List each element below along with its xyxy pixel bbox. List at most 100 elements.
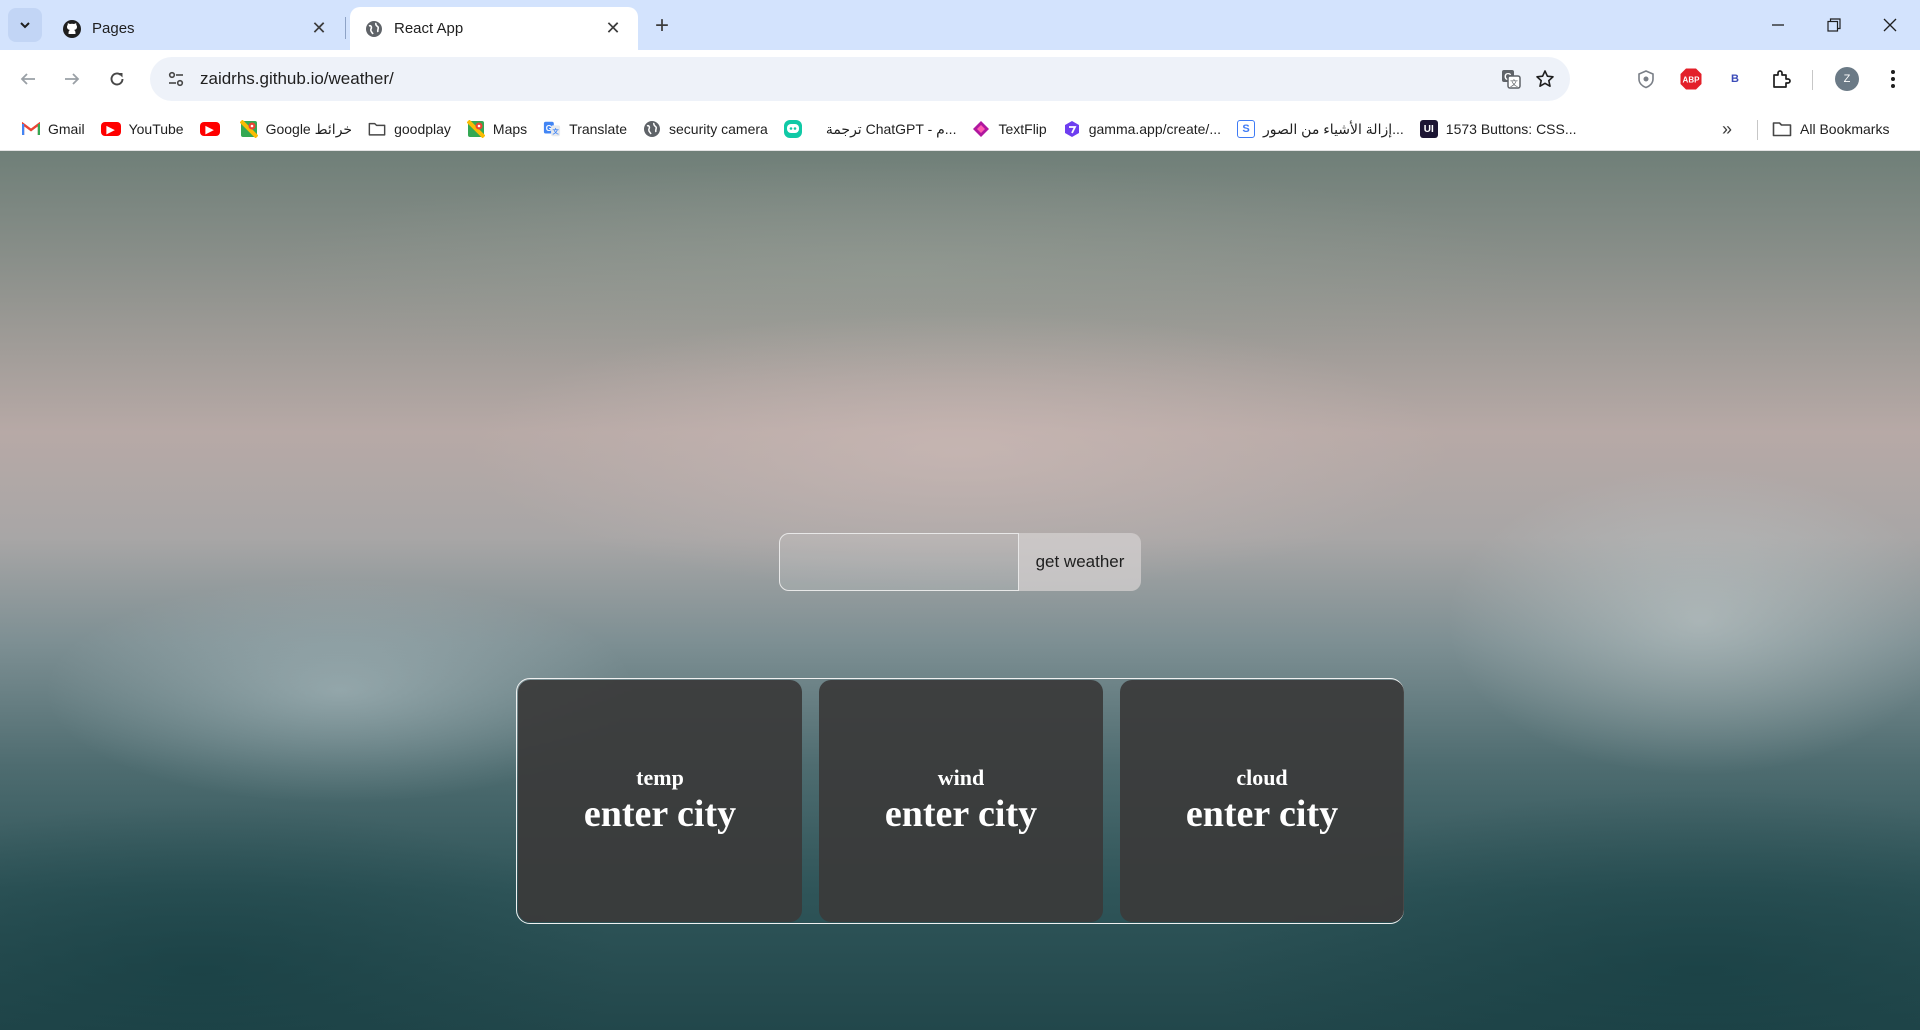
uiverse-icon: UI xyxy=(1419,120,1438,138)
svg-text:ABP: ABP xyxy=(1683,76,1701,85)
folder-icon xyxy=(368,120,386,138)
globe-icon xyxy=(643,120,661,138)
s-icon: S xyxy=(1237,120,1255,138)
globe-icon xyxy=(364,19,384,39)
all-bookmarks-button[interactable]: All Bookmarks xyxy=(1772,114,1889,144)
svg-text:文: 文 xyxy=(1510,78,1518,88)
get-weather-button[interactable]: get weather xyxy=(1019,533,1141,591)
bookmark-gmail[interactable]: Gmail xyxy=(14,114,93,144)
gamma-icon xyxy=(1063,120,1081,138)
bookmark-goodplay[interactable]: goodplay xyxy=(360,114,459,144)
forward-button[interactable] xyxy=(56,63,88,95)
b-extension-icon[interactable]: B xyxy=(1718,62,1752,96)
browser-toolbar: zaidrhs.github.io/weather/ G文 ABP B Z xyxy=(0,50,1920,108)
card-value: enter city xyxy=(583,792,737,835)
svg-text:文: 文 xyxy=(553,127,560,136)
bookmark-uiverse-buttons[interactable]: UI 1573 Buttons: CSS... xyxy=(1412,114,1585,144)
bookmark-label: Gmail xyxy=(48,121,85,137)
forward-arrow-icon xyxy=(65,73,80,85)
bookmark-label: TextFlip xyxy=(998,121,1047,137)
bookmark-label: Translate xyxy=(569,121,627,137)
bookmark-maps[interactable]: Maps xyxy=(459,114,535,144)
youtube-icon: ▶ xyxy=(100,122,121,136)
bookmark-label: ترجمة ChatGPT - م... xyxy=(825,120,957,137)
bookmark-security-camera[interactable]: security camera xyxy=(635,114,776,144)
tab-title: React App xyxy=(394,20,464,37)
extensions-puzzle-icon[interactable] xyxy=(1764,62,1798,96)
chatbot-icon xyxy=(783,120,802,138)
close-window-button[interactable] xyxy=(1862,0,1918,50)
avatar: Z xyxy=(1835,67,1859,91)
bookmark-label: security camera xyxy=(669,121,768,137)
bookmark-label: Google خرائط xyxy=(265,120,353,137)
minimize-icon xyxy=(1772,24,1784,26)
address-bar[interactable]: zaidrhs.github.io/weather/ G文 xyxy=(150,57,1570,101)
back-button[interactable] xyxy=(12,63,44,95)
tab-search-button[interactable] xyxy=(8,8,42,42)
chevron-down-icon xyxy=(20,22,30,29)
temp-card: temp enter city xyxy=(518,680,802,922)
bookmarks-overflow-button[interactable]: » xyxy=(1712,114,1742,144)
bookmark-star-icon[interactable] xyxy=(1528,62,1562,96)
gmail-icon xyxy=(22,120,40,138)
maps-icon xyxy=(466,120,485,138)
new-tab-button[interactable]: + xyxy=(648,12,676,40)
bookmark-label: gamma.app/create/... xyxy=(1088,121,1221,137)
close-icon xyxy=(1883,18,1897,32)
bookmark-remove-objects[interactable]: S إزالة الأشياء من الصور... xyxy=(1229,114,1412,144)
bookmark-chatbot[interactable] xyxy=(776,114,818,144)
bookmark-label: YouTube xyxy=(128,121,184,137)
card-value: enter city xyxy=(884,792,1038,835)
plus-icon: + xyxy=(654,12,669,39)
folder-icon xyxy=(1772,121,1792,137)
adblock-plus-icon[interactable]: ABP xyxy=(1674,62,1708,96)
minimize-button[interactable] xyxy=(1750,0,1806,50)
shield-extension-icon[interactable] xyxy=(1629,62,1663,96)
svg-text:G: G xyxy=(546,124,552,133)
bookmarks-divider xyxy=(1757,120,1758,140)
translate-icon: G文 xyxy=(543,120,561,138)
url-text: zaidrhs.github.io/weather/ xyxy=(200,69,394,88)
tab-title: Pages xyxy=(92,20,135,37)
textflip-icon xyxy=(972,120,990,138)
bookmark-chatgpt-translate[interactable]: ترجمة ChatGPT - م... xyxy=(818,114,965,144)
reload-icon xyxy=(110,72,124,86)
bookmark-youtube-2[interactable]: ▶ xyxy=(192,114,232,144)
bookmark-label: إزالة الأشياء من الصور... xyxy=(1263,120,1404,137)
translate-page-icon[interactable]: G文 xyxy=(1494,62,1528,96)
tab-strip: Pages ✕ React App ✕ + xyxy=(0,0,1920,50)
restore-button[interactable] xyxy=(1806,0,1862,50)
profile-avatar[interactable]: Z xyxy=(1830,62,1864,96)
back-arrow-icon xyxy=(20,73,35,85)
tab-react-app[interactable]: React App ✕ xyxy=(350,7,638,50)
b-extension-label: B xyxy=(1731,73,1739,85)
card-label: temp xyxy=(636,764,684,790)
bookmark-google-maps[interactable]: Google خرائط xyxy=(232,114,361,144)
maps-icon xyxy=(239,120,258,138)
bookmark-label: 1573 Buttons: CSS... xyxy=(1445,121,1577,137)
menu-button[interactable] xyxy=(1876,62,1910,96)
bookmark-youtube[interactable]: ▶ YouTube xyxy=(93,114,192,144)
bookmark-label: Maps xyxy=(492,121,528,137)
site-info-icon[interactable] xyxy=(158,61,194,97)
wind-card: wind enter city xyxy=(819,680,1103,922)
cloud-card: cloud enter city xyxy=(1120,680,1404,922)
tab-divider xyxy=(345,17,346,39)
card-value: enter city xyxy=(1185,792,1339,835)
bookmark-translate[interactable]: G文 Translate xyxy=(535,114,635,144)
all-bookmarks-label: All Bookmarks xyxy=(1800,121,1890,137)
bookmark-textflip[interactable]: TextFlip xyxy=(964,114,1054,144)
tab-pages[interactable]: Pages ✕ xyxy=(48,7,344,50)
reload-button[interactable] xyxy=(101,63,133,95)
close-icon[interactable]: ✕ xyxy=(308,18,330,40)
card-label: cloud xyxy=(1236,764,1288,790)
page-viewport: get weather temp enter city wind enter c… xyxy=(0,151,1920,1030)
kebab-menu-icon xyxy=(1891,70,1895,88)
close-icon[interactable]: ✕ xyxy=(602,18,624,40)
youtube-icon: ▶ xyxy=(199,122,220,136)
search-form: get weather xyxy=(779,533,1141,591)
bookmark-gamma[interactable]: gamma.app/create/... xyxy=(1055,114,1229,144)
restore-icon xyxy=(1827,18,1841,32)
weather-cards-container: temp enter city wind enter city cloud en… xyxy=(516,678,1404,924)
city-input[interactable] xyxy=(779,533,1019,591)
